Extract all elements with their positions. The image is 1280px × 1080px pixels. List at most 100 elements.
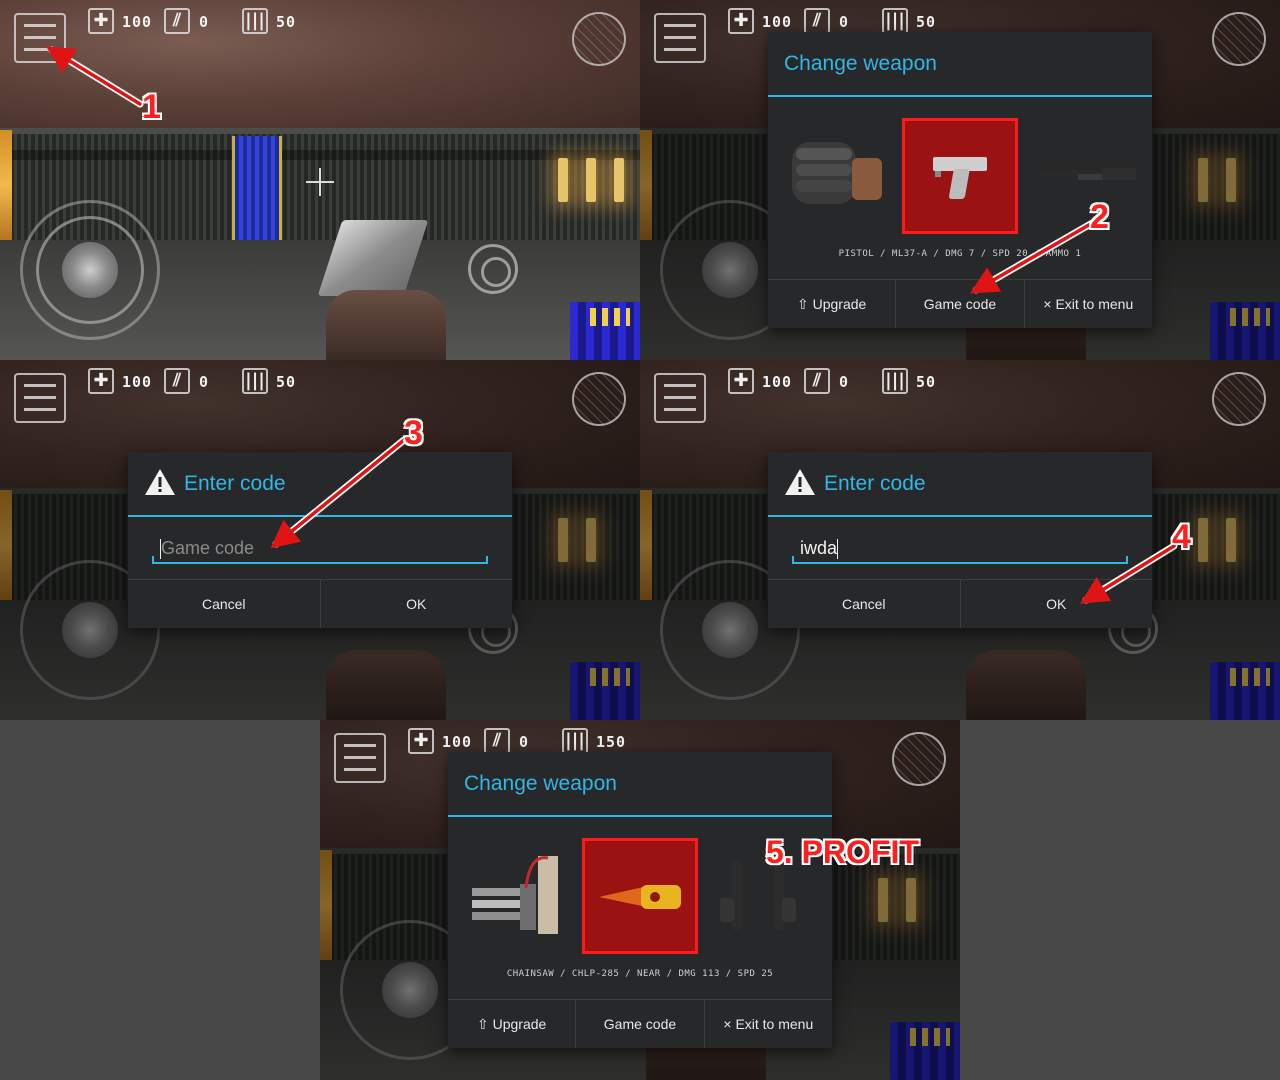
armor-icon: ⫽: [804, 368, 830, 394]
text-caret: [837, 539, 839, 560]
warning-icon: [785, 469, 815, 495]
armor-value: 0: [519, 733, 530, 751]
minigun-icon[interactable]: [468, 848, 564, 942]
crosshair-icon: [306, 168, 334, 196]
radar-icon[interactable]: [1212, 12, 1266, 66]
menu-icon[interactable]: [334, 733, 386, 783]
fire-icon[interactable]: [468, 244, 518, 294]
health-value: 100: [122, 13, 153, 31]
armor-icon: ⫽: [164, 8, 190, 34]
health-icon: ✚: [408, 728, 434, 754]
step-3-label: 3: [404, 414, 423, 452]
game-code-input[interactable]: iwda: [792, 534, 1128, 564]
game-code-input[interactable]: Game code: [152, 534, 488, 564]
dialog-title: Enter code: [824, 472, 926, 495]
dialog-title: Enter code: [184, 472, 286, 495]
upgrade-button[interactable]: ⇧ Upgrade: [448, 1000, 575, 1048]
ammo-icon: |||: [242, 8, 268, 34]
ammo-value: 150: [596, 733, 627, 751]
step-1-label: 1: [142, 88, 161, 126]
cancel-button[interactable]: Cancel: [768, 580, 960, 628]
menu-icon[interactable]: [14, 373, 66, 423]
enter-code-dialog: Enter code iwda Cancel OK: [768, 452, 1152, 628]
input-placeholder: Game code: [161, 538, 255, 558]
health-value: 100: [122, 373, 153, 391]
chainsaw-icon: [599, 885, 681, 909]
health-icon: ✚: [88, 368, 114, 394]
input-value: iwda: [800, 538, 838, 558]
health-icon: ✚: [728, 8, 754, 34]
input-text: Game code: [160, 538, 255, 560]
profit-label: 5. PROFIT: [766, 834, 919, 870]
input-text: iwda: [800, 538, 839, 560]
dialog-buttons: Cancel OK: [128, 579, 512, 628]
menu-icon[interactable]: [654, 373, 706, 423]
title-rule: [128, 515, 512, 517]
ammo-icon: |||: [562, 728, 588, 754]
armor-value: 0: [839, 373, 850, 391]
shotgun-icon[interactable]: [1038, 160, 1138, 190]
title-rule: [768, 95, 1152, 97]
dialog-buttons: Cancel OK: [768, 579, 1152, 628]
change-weapon-dialog: Change weapon CHAINSAW / CHLP-285 / NEAR…: [448, 752, 832, 1048]
weapon-info: CHAINSAW / CHLP-285 / NEAR / DMG 113 / S…: [506, 969, 774, 979]
radar-icon[interactable]: [572, 12, 626, 66]
wall-light: [558, 158, 568, 202]
dialog-buttons: ⇧ Upgrade Game code × Exit to menu: [768, 279, 1152, 328]
exit-to-menu-button[interactable]: × Exit to menu: [703, 1000, 832, 1048]
game-code-button[interactable]: Game code: [895, 280, 1023, 328]
wall-light: [0, 130, 12, 240]
wall-band: [0, 150, 640, 160]
ok-button[interactable]: OK: [319, 580, 513, 628]
wall-light: [614, 158, 624, 202]
panel-new-weapon: ✚ 100 ⫽ 0 ||| 150 Change weapon CHAINSAW…: [320, 720, 960, 1080]
warning-icon: [145, 469, 175, 495]
ammo-value: 50: [916, 373, 937, 391]
selected-weapon-slot[interactable]: [582, 838, 698, 954]
menu-icon[interactable]: [654, 13, 706, 63]
panel-change-weapon: ✚ 100 ⫽ 0 ||| 50 Change weapon PISTOL / …: [640, 0, 1280, 360]
game-code-button[interactable]: Game code: [575, 1000, 703, 1048]
enter-code-dialog: Enter code Game code Cancel OK: [128, 452, 512, 628]
title-rule: [768, 515, 1152, 517]
ammo-value: 50: [276, 373, 297, 391]
dialog-title: Change weapon: [784, 52, 937, 75]
health-icon: ✚: [88, 8, 114, 34]
ammo-value: 50: [916, 13, 937, 31]
exit-to-menu-button[interactable]: × Exit to menu: [1023, 280, 1152, 328]
health-value: 100: [442, 733, 473, 751]
ok-button[interactable]: OK: [959, 580, 1153, 628]
menu-icon[interactable]: [14, 13, 66, 63]
step-2-label: 2: [1090, 198, 1109, 236]
ammo-icon: |||: [242, 368, 268, 394]
door: [232, 136, 282, 240]
health-value: 100: [762, 373, 793, 391]
panel-enter-code-empty: ✚ 100 ⫽ 0 ||| 50 Enter code Game code Ca…: [0, 360, 640, 720]
weapon-info: PISTOL / ML37-A / DMG 7 / SPD 20 / AMMO …: [838, 249, 1082, 259]
dialog-title: Change weapon: [464, 772, 617, 795]
upgrade-button[interactable]: ⇧ Upgrade: [768, 280, 895, 328]
health-icon: ✚: [728, 368, 754, 394]
step-4-label: 4: [1172, 518, 1191, 556]
radar-icon[interactable]: [892, 732, 946, 786]
armor-value: 0: [199, 13, 210, 31]
panel-game-view: ✚ 100 ⫽ 0 ||| 50: [0, 0, 640, 360]
radar-icon[interactable]: [572, 372, 626, 426]
change-weapon-dialog: Change weapon PISTOL / ML37-A / DMG 7 / …: [768, 32, 1152, 328]
hand-viewmodel: [326, 290, 446, 360]
joystick-knob[interactable]: [62, 242, 118, 298]
health-value: 100: [762, 13, 793, 31]
pistol-icon: [933, 157, 987, 199]
selected-weapon-slot[interactable]: [902, 118, 1018, 234]
armor-value: 0: [199, 373, 210, 391]
cancel-button[interactable]: Cancel: [128, 580, 320, 628]
armor-icon: ⫽: [484, 728, 510, 754]
ammo-value: 50: [276, 13, 297, 31]
fist-icon[interactable]: [786, 130, 886, 222]
radar-icon[interactable]: [1212, 372, 1266, 426]
armor-icon: ⫽: [804, 8, 830, 34]
ammo-pickup: [570, 302, 640, 360]
armor-icon: ⫽: [164, 368, 190, 394]
wall-light: [586, 158, 596, 202]
title-rule: [448, 815, 832, 817]
